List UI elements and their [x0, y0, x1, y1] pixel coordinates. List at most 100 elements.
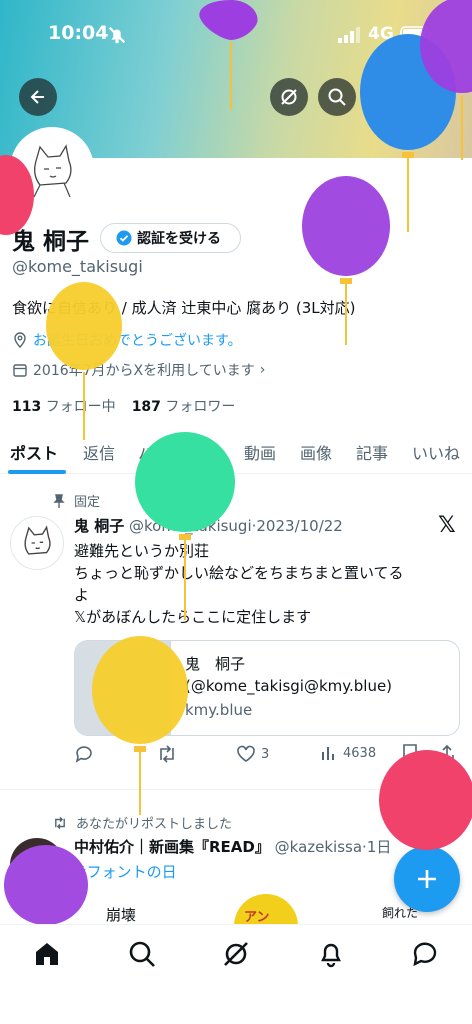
joined-text: 2016年7月からXを利用しています [33, 363, 255, 379]
status-time: 10:04 [48, 22, 109, 44]
repost-icon [55, 816, 65, 829]
joined-line[interactable]: 2016年7月からXを利用しています › [12, 360, 265, 380]
notifications-icon[interactable] [316, 939, 346, 969]
follow-stats: 113 フォロー中 187 フォロワー [12, 396, 235, 416]
location-icon [14, 332, 26, 348]
repost-label: あなたがリポストしました [76, 817, 233, 832]
tweet-author: 鬼 桐子 [74, 517, 125, 535]
tweet-handle: @kazekissa [274, 838, 363, 856]
link-card-title-line: 鬼 桐子 [185, 655, 246, 673]
bottom-nav [0, 924, 472, 1024]
following-count: 113 [12, 399, 42, 415]
bookmark-button[interactable] [402, 744, 418, 762]
tweet-date: ·1日 [362, 838, 392, 856]
share-icon [426, 88, 440, 105]
tab-likes[interactable]: いいね [412, 440, 460, 464]
verified-badge-icon [116, 230, 132, 246]
balloon-icon [302, 176, 390, 345]
tweet-actions: 3 4638 [74, 744, 460, 768]
views-count: 4638 [343, 745, 377, 761]
search-icon [328, 88, 346, 106]
edit-icon [377, 89, 393, 105]
share-button[interactable] [414, 78, 452, 116]
followers-label: フォロワー [165, 399, 236, 415]
tweet-line: 避難先というか別荘 [74, 542, 210, 560]
tab-posts[interactable]: ポスト [10, 440, 58, 464]
tab-highlights[interactable]: ハイライト [138, 440, 218, 464]
tweet-avatar[interactable] [10, 516, 64, 570]
active-tab-indicator [8, 470, 66, 474]
following-label: フォロー中 [45, 399, 116, 415]
back-button[interactable] [19, 78, 57, 116]
profile-tabs: ポスト 返信 ハイライト 動画 画像 記事 いいね [0, 428, 472, 474]
views-icon [322, 747, 334, 760]
following-link[interactable]: 113 フォロー中 [12, 396, 116, 416]
followers-link[interactable]: 187 フォロワー [132, 396, 236, 416]
calendar-icon [13, 364, 27, 377]
link-card-domain: kmy.blue [185, 701, 253, 719]
pin-icon [53, 493, 65, 508]
media-text: 崩壊 [106, 906, 137, 924]
x-logo-icon[interactable]: 𝕏 [438, 513, 456, 538]
reply-icon [75, 746, 92, 763]
grok-button[interactable] [270, 78, 308, 116]
link-card[interactable]: 鬼 桐子 (@kome_takisgi@kmy.blue) kmy.blue [74, 640, 460, 736]
bell-muted-icon [108, 26, 126, 44]
tweet-divider [0, 789, 472, 790]
grok-icon[interactable] [221, 939, 251, 969]
plus-icon [418, 870, 436, 888]
profile-avatar[interactable] [10, 127, 94, 211]
pinned-row: 固定 [52, 491, 100, 510]
search-button[interactable] [318, 78, 356, 116]
tab-images[interactable]: 画像 [300, 440, 332, 464]
tweet-line: よ [74, 586, 90, 604]
edit-button[interactable] [366, 78, 404, 116]
repost-row: あなたがリポストしました [52, 813, 232, 832]
tweet-avatar[interactable] [10, 838, 64, 892]
share-icon [440, 744, 454, 761]
back-arrow-icon [30, 90, 44, 104]
link-card-title: 鬼 桐子 (@kome_takisgi@kmy.blue) [185, 653, 392, 697]
tweet-line: 𝕏があぼんしたらここに定住します [74, 608, 312, 626]
profile-handle: @kome_takisugi [12, 257, 143, 276]
like-button[interactable]: 3 [236, 744, 269, 764]
home-icon[interactable] [32, 939, 62, 969]
like-count: 3 [261, 746, 270, 762]
get-verified-button[interactable]: 認証を受ける [100, 223, 241, 253]
followers-count: 187 [131, 399, 161, 415]
tweet-handle: @kome_takisugi [129, 517, 252, 535]
link-card-thumbnail [75, 641, 171, 735]
search-icon[interactable] [127, 939, 157, 969]
share-tweet-button[interactable] [438, 744, 456, 762]
views-button[interactable]: 4638 [320, 744, 376, 762]
tweet-header[interactable]: 鬼 桐子 @kome_takisugi·2023/10/22 [74, 515, 343, 536]
retweet-icon [160, 745, 174, 763]
link-card-title-line: (@kome_takisgi@kmy.blue) [185, 677, 393, 695]
cat-drawing-icon [33, 144, 72, 198]
profile-name: 鬼 桐子 [12, 229, 90, 255]
birthday-line: お誕生日おめでとうございます。 [12, 330, 242, 350]
profile-bio: 食欲に自信あり / 成人済 辻東中心 腐あり (3L対応) [12, 299, 356, 317]
tweet-text[interactable]: 避難先というか別荘 ちょっと恥ずかしい絵などをちまちまと置いてる よ 𝕏があぼん… [74, 540, 454, 628]
media-text: アン [244, 910, 270, 925]
grok-icon [281, 89, 297, 105]
tab-videos[interactable]: 動画 [244, 440, 276, 464]
tweet-date: ·2023/10/22 [251, 517, 343, 535]
tab-replies[interactable]: 返信 [83, 440, 115, 464]
battery-icon [400, 26, 431, 42]
signal-icon [338, 27, 360, 43]
compose-button[interactable] [394, 846, 460, 912]
reply-button[interactable] [74, 744, 94, 764]
status-bar: 10:04 4G [0, 0, 472, 70]
tweet-header[interactable]: 中村佑介｜新画集『READ』 @kazekissa·1日 [74, 836, 391, 857]
messages-icon[interactable] [410, 939, 440, 969]
tweet-line: ちょっと恥ずかしい絵などをちまちまと置いてる [74, 564, 404, 582]
get-verified-label: 認証を受ける [137, 231, 221, 247]
pinned-label: 固定 [74, 495, 101, 510]
hashtag-link[interactable]: #フォントの日 [74, 861, 177, 882]
tab-articles[interactable]: 記事 [356, 440, 388, 464]
retweet-button[interactable] [156, 744, 178, 764]
chevron-right-icon: › [259, 362, 266, 378]
tweet-author: 中村佑介｜新画集『READ』 [74, 838, 270, 856]
bookmark-icon [403, 744, 417, 762]
